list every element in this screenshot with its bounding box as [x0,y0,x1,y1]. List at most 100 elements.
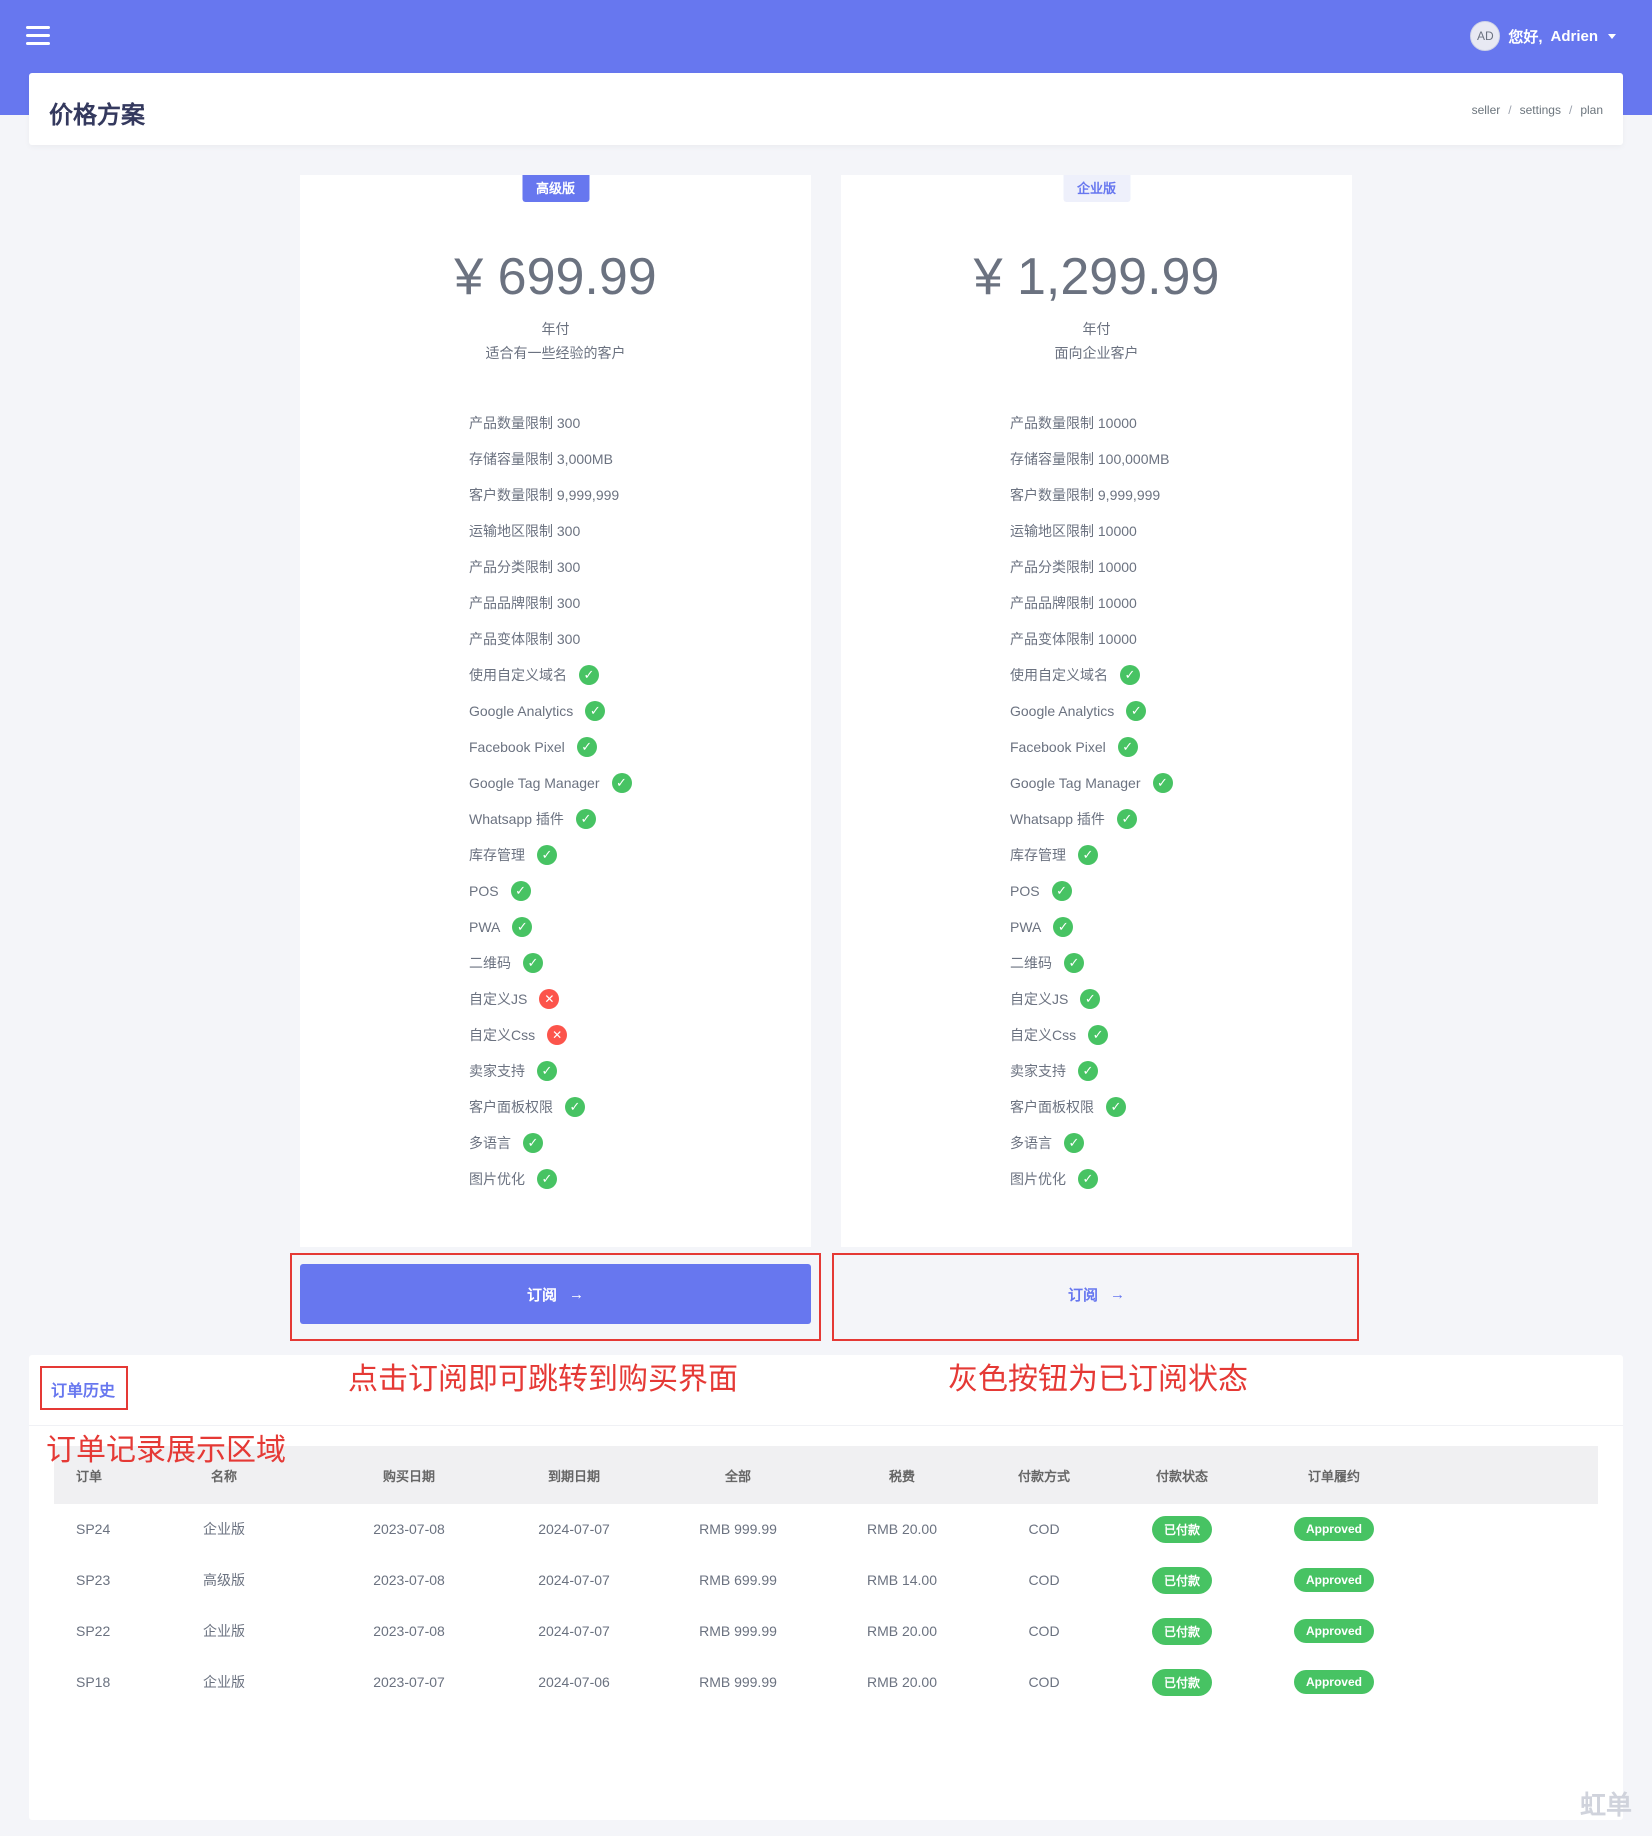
check-circle-icon: ✓ [1078,1061,1098,1081]
cell-payment-method: COD [1028,1674,1060,1690]
annotation-subscribed-hint: 灰色按钮为已订阅状态 [948,1363,1248,1396]
plan-price: ¥ 699.99 [454,248,657,306]
annotation-box-subscribed [832,1253,1359,1341]
check-circle-icon: ✓ [1064,953,1084,973]
username: Adrien [1550,27,1598,45]
feature-label: 客户数量限制 9,999,999 [469,487,620,503]
feature-label: POS [1010,883,1040,899]
feature-item: 产品分类限制 10000 [1010,549,1173,585]
cell-tax: RMB 20.00 [866,1674,938,1690]
breadcrumb-item-seller[interactable]: seller [1472,103,1501,117]
check-circle-icon: ✓ [1120,665,1140,685]
check-circle-icon: ✓ [1152,773,1173,793]
feature-item: 客户数量限制 9,999,999 [1010,477,1173,513]
column-header-expiry-date: 到期日期 [547,1468,600,1484]
fulfillment-status-badge: Approved [1293,1670,1374,1694]
feature-item: 多语言 ✓ [469,1125,632,1161]
column-header-payment-method: 付款方式 [1017,1468,1070,1484]
cell-fulfillment: Approved [1264,1504,1404,1554]
x-circle-icon: ✕ [539,989,560,1009]
page-header: 价格方案 seller / settings / plan [29,73,1623,145]
cell-plan-name: 企业版 [203,1521,245,1537]
check-circle-icon: ✓ [1078,845,1098,865]
feature-item: 库存管理 ✓ [1010,837,1173,873]
feature-label: 存储容量限制 100,000MB [1010,451,1170,467]
feature-label: Facebook Pixel [1010,739,1106,755]
annotation-subscribe-hint: 点击订阅即可跳转到购买界面 [348,1363,738,1396]
check-circle-icon: ✓ [585,701,606,721]
feature-item: 二维码 ✓ [1010,945,1173,981]
feature-label: 存储容量限制 3,000MB [469,451,613,467]
cell-payment-status: 已付款 [1122,1555,1242,1605]
cell-payment-method: COD [1028,1623,1060,1639]
feature-item: 自定义Css ✓ [1010,1017,1173,1053]
feature-item: 卖家支持 ✓ [469,1053,632,1089]
cell-total: RMB 999.99 [699,1521,777,1537]
feature-label: POS [469,883,499,899]
page-title: 价格方案 [49,102,145,129]
fulfillment-status-badge: Approved [1293,1517,1374,1541]
cell-expiry-date: 2024-07-07 [538,1572,610,1588]
cell-payment-method: COD [1028,1521,1060,1537]
check-circle-icon: ✓ [537,845,557,865]
cell-order-id: SP24 [76,1521,111,1537]
feature-label: 自定义JS [1010,991,1069,1007]
plan-period: 年付 [541,321,570,337]
feature-item: 多语言 ✓ [1010,1125,1173,1161]
feature-label: 图片优化 [1010,1171,1066,1187]
feature-label: 客户数量限制 9,999,999 [1010,487,1161,503]
feature-label: 库存管理 [469,847,525,863]
hamburger-icon[interactable] [26,26,50,46]
breadcrumb-item-settings[interactable]: settings [1520,103,1561,117]
feature-list: 产品数量限制 300 存储容量限制 3,000MB 客户数量限制 9,999,999… [469,405,632,1197]
column-header-fulfillment: 订单履约 [1307,1468,1360,1484]
feature-label: 自定义JS [469,991,528,1007]
cell-payment-method: COD [1028,1572,1060,1588]
feature-item: PWA ✓ [469,909,632,945]
plan-badge: 高级版 [521,175,590,202]
check-circle-icon: ✓ [1064,1133,1084,1153]
cell-total: RMB 999.99 [699,1623,777,1639]
cell-total: RMB 999.99 [699,1674,777,1690]
feature-label: 卖家支持 [469,1063,525,1079]
feature-item: Google Tag Manager ✓ [1010,765,1173,801]
chevron-down-icon [1608,33,1616,39]
feature-item: 客户面板权限 ✓ [1010,1089,1173,1125]
feature-label: 产品变体限制 300 [469,631,581,647]
feature-item: 图片优化 ✓ [469,1161,632,1197]
column-header-payment-status: 付款状态 [1155,1468,1208,1484]
feature-item: 产品数量限制 300 [469,405,632,441]
annotation-orders-hint: 订单记录展示区域 [46,1434,286,1467]
feature-label: 使用自定义域名 [1010,667,1108,683]
fulfillment-status-badge: Approved [1293,1619,1374,1643]
plan-description: 面向企业客户 [1054,345,1139,361]
feature-item: Google Analytics ✓ [469,693,632,729]
feature-label: 产品分类限制 10000 [1010,559,1137,575]
annotation-box-orders-title [40,1366,128,1410]
payment-status-badge: 已付款 [1151,1566,1212,1594]
plan-card-premium: 高级版 ¥ 699.99 年付 适合有一些经验的客户 产品数量限制 300 存储容… [300,175,811,1247]
feature-label: 客户面板权限 [469,1099,553,1115]
cell-payment-status: 已付款 [1122,1657,1242,1707]
feature-label: 使用自定义域名 [469,667,567,683]
cell-purchase-date: 2023-07-08 [373,1521,445,1537]
x-circle-icon: ✕ [547,1025,568,1045]
feature-label: Google Analytics [469,703,574,719]
feature-label: 多语言 [469,1135,511,1151]
feature-item: 产品分类限制 300 [469,549,632,585]
cell-fulfillment: Approved [1264,1657,1404,1707]
feature-item: 产品数量限制 10000 [1010,405,1173,441]
cell-purchase-date: 2023-07-08 [373,1572,445,1588]
check-circle-icon: ✓ [1051,881,1072,901]
feature-list: 产品数量限制 10000 存储容量限制 100,000MB 客户数量限制 9,999… [1010,405,1173,1197]
breadcrumb-item-plan: plan [1580,103,1603,117]
feature-item: Facebook Pixel ✓ [469,729,632,765]
cell-plan-name: 企业版 [203,1623,245,1639]
feature-label: 产品数量限制 300 [469,415,581,431]
user-menu[interactable]: AD 您好, Adrien [1470,21,1616,51]
fulfillment-status-badge: Approved [1293,1568,1374,1592]
payment-status-badge: 已付款 [1151,1668,1212,1696]
check-circle-icon: ✓ [1126,701,1147,721]
breadcrumb-separator: / [1508,103,1512,117]
check-circle-icon: ✓ [512,917,533,937]
